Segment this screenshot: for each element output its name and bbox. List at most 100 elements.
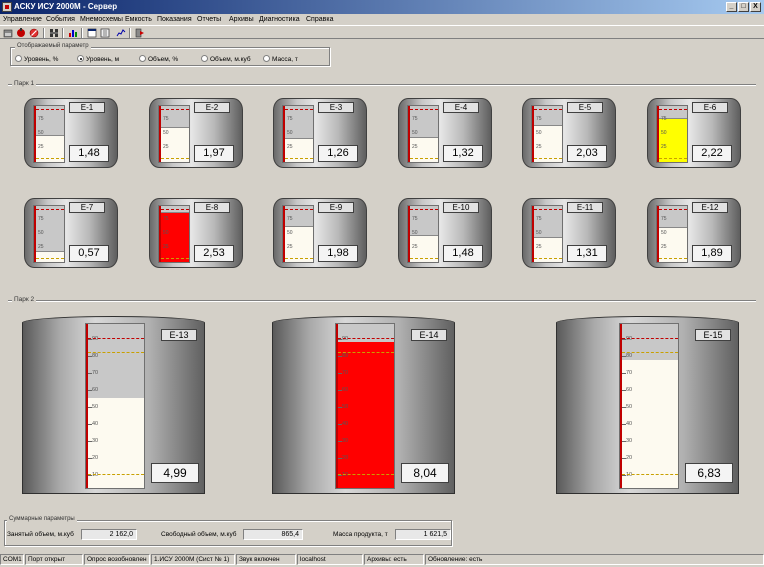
tank-tick-mark: [622, 373, 626, 374]
tank-tick-label: 10: [626, 472, 633, 478]
minimize-button[interactable]: _: [726, 2, 737, 12]
red-circle-icon[interactable]: [16, 28, 26, 38]
menu-help[interactable]: Справка: [306, 16, 333, 23]
tank-value: 2,03: [567, 145, 607, 162]
menu-readings[interactable]: Показания: [157, 16, 192, 23]
tank-e8[interactable]: 75 50 25 Е-8 2,53: [149, 198, 243, 268]
tank-tick-mark: [622, 441, 626, 442]
tank-e13[interactable]: 90 80 70 60 50 40 30 20 10 Е-13 4,99: [22, 316, 205, 494]
tank-tick-mark: [88, 356, 92, 357]
close-button[interactable]: X: [750, 2, 761, 12]
window-icon[interactable]: [87, 28, 97, 38]
tank-limit-line: [338, 338, 394, 339]
tank-e6[interactable]: 75 50 25 Е-6 2,22: [647, 98, 741, 168]
tank-tick-mark: [622, 407, 626, 408]
tank-level-column: 75 50 25: [531, 205, 563, 263]
tank-level-column: 75 50 25: [158, 105, 190, 163]
tank-limit-line: [622, 474, 678, 475]
tank-e12[interactable]: 75 50 25 Е-12 1,89: [647, 198, 741, 268]
tank-e5[interactable]: 75 50 25 Е-5 2,03: [522, 98, 616, 168]
tank-e15[interactable]: 90 80 70 60 50 40 30 20 10 Е-15 6,83: [556, 316, 739, 494]
tank-tick-mark: [88, 458, 92, 459]
tank-tick-label: 50: [287, 230, 293, 236]
radio-dot: [139, 55, 146, 62]
tank-tick-mark: [622, 475, 626, 476]
tank-e7[interactable]: 75 50 25 Е-7 0,57: [24, 198, 118, 268]
tank-value: 4,99: [151, 463, 199, 483]
tank-name: Е-1: [69, 102, 105, 113]
tank-limit-line: [88, 352, 144, 353]
tank-tick-mark: [88, 407, 92, 408]
tank-name: Е-4: [443, 102, 479, 113]
tank-tick-mark: [338, 373, 342, 374]
menu-capacity[interactable]: Емкость: [125, 16, 152, 23]
tank-e4[interactable]: 75 50 25 Е-4 1,32: [398, 98, 492, 168]
tank-tick-label: 75: [661, 116, 667, 122]
maximize-button[interactable]: □: [738, 2, 749, 12]
status-system: 1.ИСУ 2000М (Сист № 1): [151, 554, 235, 565]
tank-tick-label: 50: [163, 130, 169, 136]
tank-e2[interactable]: 75 50 25 Е-2 1,97: [149, 98, 243, 168]
radio-level-percent[interactable]: Уровень, %: [15, 55, 58, 63]
tank-tick-mark: [622, 390, 626, 391]
tank-e10[interactable]: 75 50 25 Е-10 1,48: [398, 198, 492, 268]
tank-limit-line: [36, 158, 64, 159]
tools-icon[interactable]: [49, 28, 59, 38]
tank-limit-line: [659, 158, 687, 159]
stop-icon[interactable]: [29, 28, 39, 38]
tank-e14[interactable]: 90 80 70 60 50 40 30 20 10 Е-14 8,04: [272, 316, 455, 494]
occupied-volume-field: 2 162,0: [81, 529, 137, 540]
tank-limit-line: [36, 258, 64, 259]
tank-value: 1,31: [567, 245, 607, 262]
tank-tick-label: 40: [626, 421, 633, 427]
tank-red-marker: [159, 106, 161, 162]
menu-diagnostics[interactable]: Диагностика: [259, 16, 300, 23]
tank-level-column: 75 50 25: [656, 205, 688, 263]
tank-limit-line: [534, 158, 562, 159]
tank-tick-label: 25: [163, 144, 169, 150]
tank-tick-label: 40: [92, 421, 99, 427]
tank-tick-label: 25: [661, 244, 667, 250]
tank-tick-mark: [88, 475, 92, 476]
menu-events[interactable]: События: [46, 16, 75, 23]
radio-mass[interactable]: Масса, т: [263, 55, 298, 63]
radio-label: Уровень, %: [24, 56, 59, 63]
tank-tick-mark: [338, 356, 342, 357]
menu-control[interactable]: Управление: [3, 16, 42, 23]
tank-tick-mark: [88, 339, 92, 340]
menu-archives[interactable]: Архивы: [229, 16, 254, 23]
tank-value: 1,89: [692, 245, 732, 262]
tank-e11[interactable]: 75 50 25 Е-11 1,31: [522, 198, 616, 268]
tank-e9[interactable]: 75 50 25 Е-9 1,98: [273, 198, 367, 268]
radio-volume-percent[interactable]: Объем, %: [139, 55, 178, 63]
status-update: Обновление: есть: [425, 554, 764, 565]
tank-tick-label: 75: [163, 216, 169, 222]
tank-name: Е-9: [318, 202, 354, 213]
param-group-legend: Отображаемый параметр: [15, 43, 91, 49]
tank-limit-line: [161, 258, 189, 259]
tank-icon[interactable]: [3, 28, 13, 38]
tank-tick-label: 20: [342, 455, 349, 461]
tank-tick-label: 20: [626, 455, 633, 461]
chart-bars-icon[interactable]: [68, 28, 78, 38]
park2-label: Парк 2: [12, 296, 37, 303]
radio-level-m[interactable]: Уровень, м: [77, 55, 119, 63]
tank-tick-mark: [88, 441, 92, 442]
tank-red-marker: [657, 106, 659, 162]
radio-volume-m3[interactable]: Объем, м.куб: [201, 55, 251, 63]
menu-reports[interactable]: Отчеты: [197, 16, 221, 23]
tank-e1[interactable]: 75 50 25 Е-1 1,48: [24, 98, 118, 168]
exit-icon[interactable]: [135, 28, 145, 38]
tank-value: 2,22: [692, 145, 732, 162]
tank-limit-line: [285, 258, 313, 259]
tank-tick-label: 50: [92, 404, 99, 410]
graph-icon[interactable]: [116, 28, 126, 38]
occupied-volume-label: Занятый объем, м.куб: [7, 531, 74, 538]
tank-e3[interactable]: 75 50 25 Е-3 1,26: [273, 98, 367, 168]
tank-name: Е-6: [692, 102, 728, 113]
tank-tick-label: 80: [626, 353, 633, 359]
menu-mnemonics[interactable]: Мнемосхемы: [80, 16, 123, 23]
tank-level-column: 90 80 70 60 50 40 30 20 10: [619, 323, 679, 489]
tank-tick-label: 75: [412, 216, 418, 222]
panel-icon[interactable]: [100, 28, 110, 38]
